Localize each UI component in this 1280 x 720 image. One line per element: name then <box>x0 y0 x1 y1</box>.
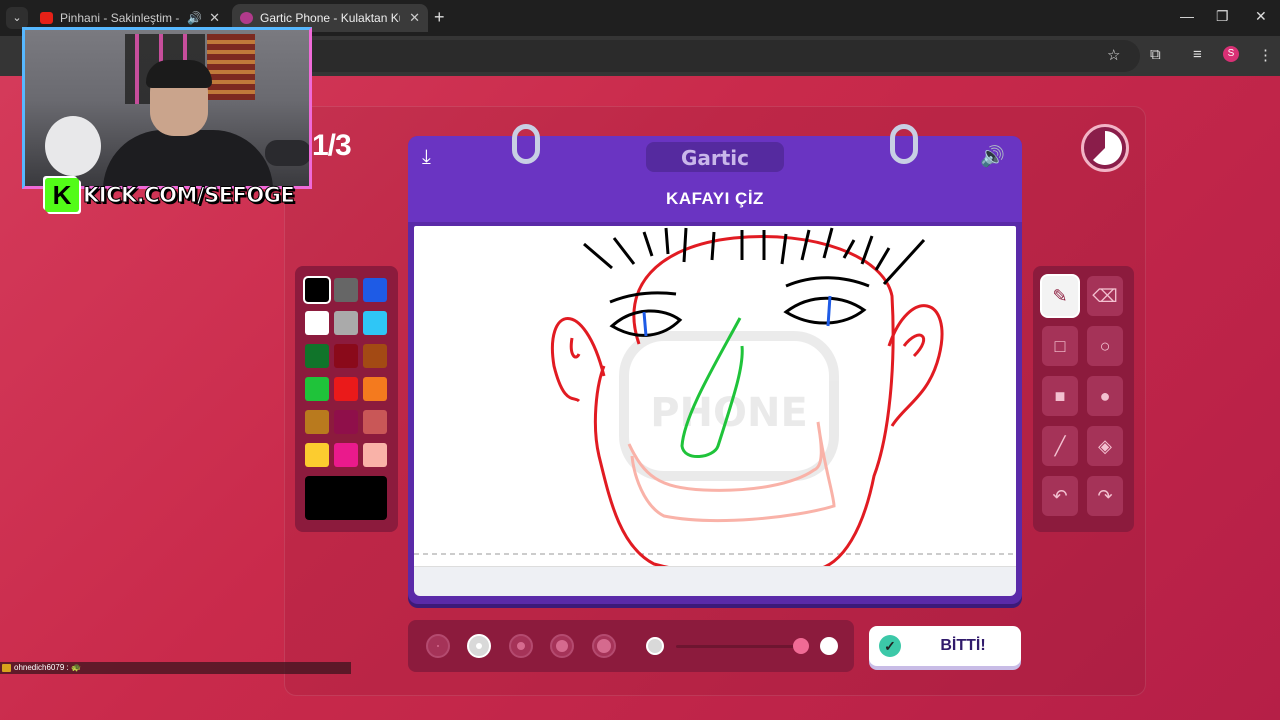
stream-chat-message: ohnedich6079 : 🐢 <box>0 662 351 674</box>
color-swatch-dark-green[interactable] <box>305 344 329 368</box>
drawing-notebook: Gartic ⤓ 🔊 KAFAYI ÇİZ PHONE <box>408 124 1022 604</box>
color-swatch-red[interactable] <box>334 377 358 401</box>
color-swatch-white[interactable] <box>305 311 329 335</box>
opacity-slider[interactable] <box>676 645 804 648</box>
webcam-person-hair <box>146 60 212 88</box>
color-swatch-cyan[interactable] <box>363 311 387 335</box>
rect-outline-icon[interactable]: □ <box>1042 326 1078 366</box>
color-swatch-green[interactable] <box>305 377 329 401</box>
menu-dots-icon[interactable]: ⋮ <box>1258 46 1273 64</box>
undo-icon[interactable]: ↶ <box>1042 476 1078 516</box>
drawing-prompt: KAFAYI ÇİZ <box>666 189 764 208</box>
tab-close-icon[interactable]: ✕ <box>409 4 420 32</box>
youtube-favicon-icon <box>40 12 53 24</box>
tools-panel: ✎ ⌫ □ ○ ■ ● ╱ ◈ ↶ ↷ <box>1033 266 1134 532</box>
kick-channel-text: KICK.COM/SEFOGE <box>82 183 295 208</box>
color-swatch-gray[interactable] <box>334 278 358 302</box>
color-palette <box>295 266 398 532</box>
timer-icon <box>1081 124 1129 172</box>
done-label: BİTTİ! <box>940 637 986 654</box>
redo-icon[interactable]: ↷ <box>1087 476 1123 516</box>
fill-bucket-icon[interactable]: ◈ <box>1087 426 1123 466</box>
round-counter: 1/3 <box>312 129 352 162</box>
notebook-ring <box>512 124 540 164</box>
restore-icon[interactable]: ❐ <box>1216 8 1229 25</box>
color-swatch-pink[interactable] <box>334 443 358 467</box>
line-icon[interactable]: ╱ <box>1042 426 1078 466</box>
circle-fill-icon[interactable]: ● <box>1087 376 1123 416</box>
eraser-icon[interactable]: ⌫ <box>1087 276 1123 316</box>
checkmark-icon: ✓ <box>879 635 901 657</box>
drawing-canvas[interactable]: PHONE <box>414 226 1016 592</box>
color-swatch-orange[interactable] <box>363 377 387 401</box>
brush-size-5[interactable] <box>592 634 616 658</box>
color-swatch-maroon[interactable] <box>334 410 358 434</box>
opacity-max-icon <box>820 637 838 655</box>
pencil-icon[interactable]: ✎ <box>1042 276 1078 316</box>
brush-settings-bar <box>408 620 854 672</box>
streamer-webcam <box>22 27 312 189</box>
close-icon[interactable]: ✕ <box>1255 8 1267 25</box>
webcam-rug <box>207 34 255 100</box>
media-control-icon[interactable]: ≡ <box>1193 46 1202 63</box>
rect-fill-icon[interactable]: ■ <box>1042 376 1078 416</box>
circle-outline-icon[interactable]: ○ <box>1087 326 1123 366</box>
kick-overlay: K KICK.COM/SEFOGE <box>45 178 295 212</box>
tab-search-icon[interactable]: ⌄ <box>6 7 28 29</box>
sound-icon[interactable]: 🔊 <box>980 144 1005 169</box>
notebook-pages <box>414 566 1016 596</box>
gartic-logo: Gartic <box>680 146 750 170</box>
extensions-icon[interactable]: ⧉ <box>1150 46 1161 63</box>
color-swatch-brown[interactable] <box>363 344 387 368</box>
gartic-favicon-icon <box>240 12 253 24</box>
drawing-strokes: PHONE <box>414 227 1016 577</box>
brush-size-1[interactable] <box>426 634 450 658</box>
webcam-teddy-bear <box>45 116 101 176</box>
new-tab-icon[interactable]: + <box>434 6 445 28</box>
color-swatch-yellow[interactable] <box>305 443 329 467</box>
current-color-preview <box>305 476 387 520</box>
done-button[interactable]: ✓ BİTTİ! <box>869 626 1021 666</box>
bookmark-star-icon[interactable]: ☆ <box>1107 46 1120 64</box>
opacity-slider-thumb[interactable] <box>793 638 809 654</box>
gartic-phone-watermark: PHONE <box>619 331 839 481</box>
color-swatch-peach[interactable] <box>363 443 387 467</box>
webcam-microphone <box>265 140 309 166</box>
brush-size-4[interactable] <box>550 634 574 658</box>
profile-avatar[interactable]: S <box>1223 46 1239 62</box>
download-icon[interactable]: ⤓ <box>422 146 431 169</box>
minimize-icon[interactable]: — <box>1180 8 1194 24</box>
color-swatch-dark-red[interactable] <box>334 344 358 368</box>
color-swatch-black[interactable] <box>303 276 331 304</box>
kick-logo-icon: K <box>45 178 79 212</box>
chat-badge-icon <box>2 664 11 672</box>
opacity-min-icon <box>646 637 664 655</box>
brush-size-3[interactable] <box>509 634 533 658</box>
color-swatch-rose[interactable] <box>363 410 387 434</box>
color-swatch-light-gray[interactable] <box>334 311 358 335</box>
color-swatch-ochre[interactable] <box>305 410 329 434</box>
chat-text: ohnedich6079 : 🐢 <box>14 663 81 672</box>
color-swatch-blue[interactable] <box>363 278 387 302</box>
notebook-ring <box>890 124 918 164</box>
brush-size-2[interactable] <box>467 634 491 658</box>
